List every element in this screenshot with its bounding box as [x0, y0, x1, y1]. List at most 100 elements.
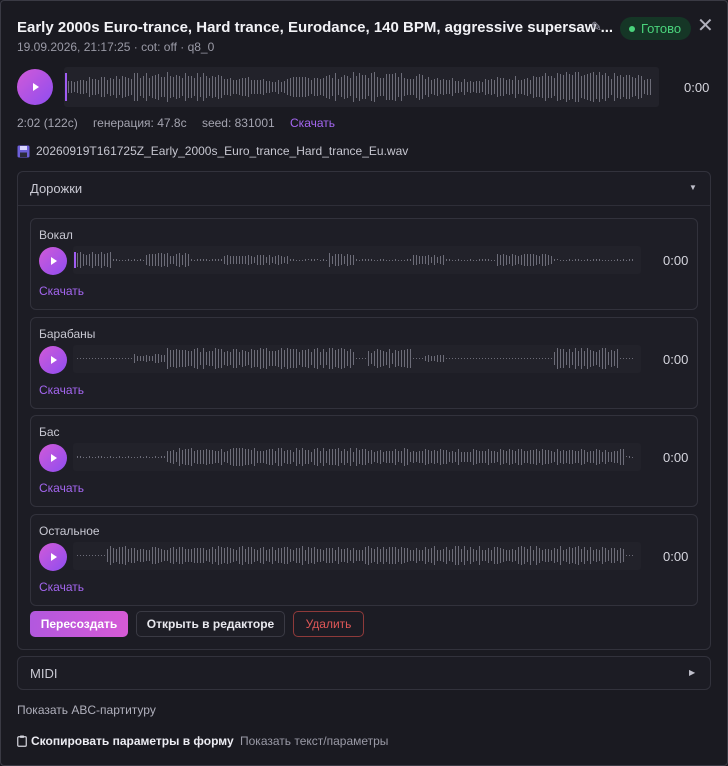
waveform-bar: [176, 74, 177, 100]
waveform-bar: [272, 448, 273, 466]
waveform-bar: [626, 555, 627, 556]
waveform-bar: [77, 357, 78, 360]
waveform-bar: [269, 80, 270, 93]
waveform-bar: [353, 72, 354, 102]
waveform-bar: [218, 349, 219, 368]
waveform-bar: [419, 358, 420, 359]
waveform-bar: [191, 259, 192, 261]
show-text-link[interactable]: Показать текст/параметры: [240, 734, 388, 748]
waveform-bar: [596, 548, 597, 563]
caret-down-icon[interactable]: ▼: [689, 183, 697, 192]
waveform-bar: [125, 456, 126, 458]
waveform-bar: [143, 456, 144, 458]
waveform-bar: [290, 349, 291, 368]
tracks-panel-divider: [18, 205, 710, 206]
waveform-bar: [428, 254, 429, 266]
waveform-bar: [560, 349, 561, 368]
waveform-bar: [545, 254, 546, 266]
main-play-button[interactable]: [17, 69, 53, 105]
waveform-bar: [500, 449, 501, 465]
waveform-bar: [644, 80, 645, 94]
waveform-bar: [293, 451, 294, 463]
waveform-bar: [506, 549, 507, 562]
waveform-bar: [101, 251, 102, 268]
waveform-bar: [515, 75, 516, 99]
waveform-bar: [515, 450, 516, 464]
tracks-panel-header[interactable]: Дорожки: [30, 181, 82, 196]
waveform-bar: [77, 252, 78, 268]
waveform-bar: [566, 548, 567, 563]
track-play-button[interactable]: [39, 542, 67, 571]
track-waveform[interactable]: [73, 246, 641, 274]
track-time: 0:00: [663, 548, 689, 564]
track-waveform[interactable]: [73, 541, 641, 570]
waveform-bar: [233, 348, 234, 369]
playhead[interactable]: [65, 73, 67, 101]
waveform-bar: [374, 549, 375, 562]
track-play-button[interactable]: [39, 345, 67, 374]
waveform-bar: [611, 78, 612, 96]
pencil-icon[interactable]: ✎: [591, 19, 602, 35]
waveform-bar: [350, 447, 351, 467]
waveform-bar: [227, 78, 228, 96]
waveform-bar: [548, 549, 549, 562]
track-download-link[interactable]: Скачать: [39, 481, 84, 495]
waveform-bar: [536, 449, 537, 465]
track-download-link[interactable]: Скачать: [39, 383, 84, 397]
waveform-bar: [197, 450, 198, 464]
waveform-bar: [611, 451, 612, 463]
midi-panel[interactable]: [17, 656, 711, 690]
waveform-bar: [437, 354, 438, 363]
track-play-button[interactable]: [39, 247, 67, 275]
track-download-link[interactable]: Скачать: [39, 580, 84, 594]
track-waveform[interactable]: [73, 443, 641, 471]
waveform-bar: [338, 546, 339, 565]
midi-panel-header[interactable]: MIDI: [30, 666, 57, 681]
delete-button[interactable]: Удалить: [293, 611, 364, 637]
waveform-bar: [314, 78, 315, 96]
waveform-bar: [365, 448, 366, 466]
waveform-bar: [152, 355, 153, 362]
waveform-bar: [137, 550, 138, 561]
waveform-bar: [320, 450, 321, 464]
waveform-bar: [164, 550, 165, 561]
waveform-bar: [173, 450, 174, 464]
waveform-bar: [128, 358, 129, 359]
waveform-bar: [326, 352, 327, 365]
waveform-bar: [104, 358, 105, 359]
waveform-bar: [527, 357, 528, 360]
waveform-bar: [422, 451, 423, 463]
waveform-bar: [395, 547, 396, 564]
waveform-bar: [254, 549, 255, 562]
waveform-bar: [419, 74, 420, 100]
track-play-button[interactable]: [39, 444, 67, 472]
waveform-bar: [557, 72, 558, 102]
waveform-bar: [521, 449, 522, 465]
waveform-bar: [476, 550, 477, 561]
waveform-bar: [146, 550, 147, 561]
waveform-bar: [113, 358, 114, 359]
caret-right-icon[interactable]: ▶: [689, 668, 695, 677]
waveform-bar: [470, 547, 471, 564]
waveform-bar: [275, 81, 276, 93]
track-waveform[interactable]: [73, 344, 641, 373]
waveform-bar: [125, 259, 126, 261]
track-download-link[interactable]: Скачать: [39, 284, 84, 298]
playhead[interactable]: [74, 252, 76, 268]
waveform-bar: [392, 353, 393, 364]
waveform-bar: [104, 555, 105, 556]
recreate-button[interactable]: Пересоздать: [30, 611, 128, 637]
waveform-bar: [623, 549, 624, 562]
waveform-bar: [464, 546, 465, 565]
download-link[interactable]: Скачать: [290, 116, 335, 130]
close-icon[interactable]: ✕: [697, 16, 714, 36]
waveform-bar: [623, 259, 624, 261]
show-abc-link[interactable]: Показать ABC-партитуру: [17, 703, 156, 717]
main-waveform[interactable]: [64, 67, 659, 107]
waveform-bar: [335, 449, 336, 465]
open-editor-button[interactable]: Открыть в редакторе: [136, 611, 285, 637]
waveform-bar: [188, 449, 189, 465]
waveform-bar: [131, 259, 132, 261]
copy-params-button[interactable]: Скопировать параметры в форму: [17, 734, 234, 748]
waveform-bar: [80, 554, 81, 557]
